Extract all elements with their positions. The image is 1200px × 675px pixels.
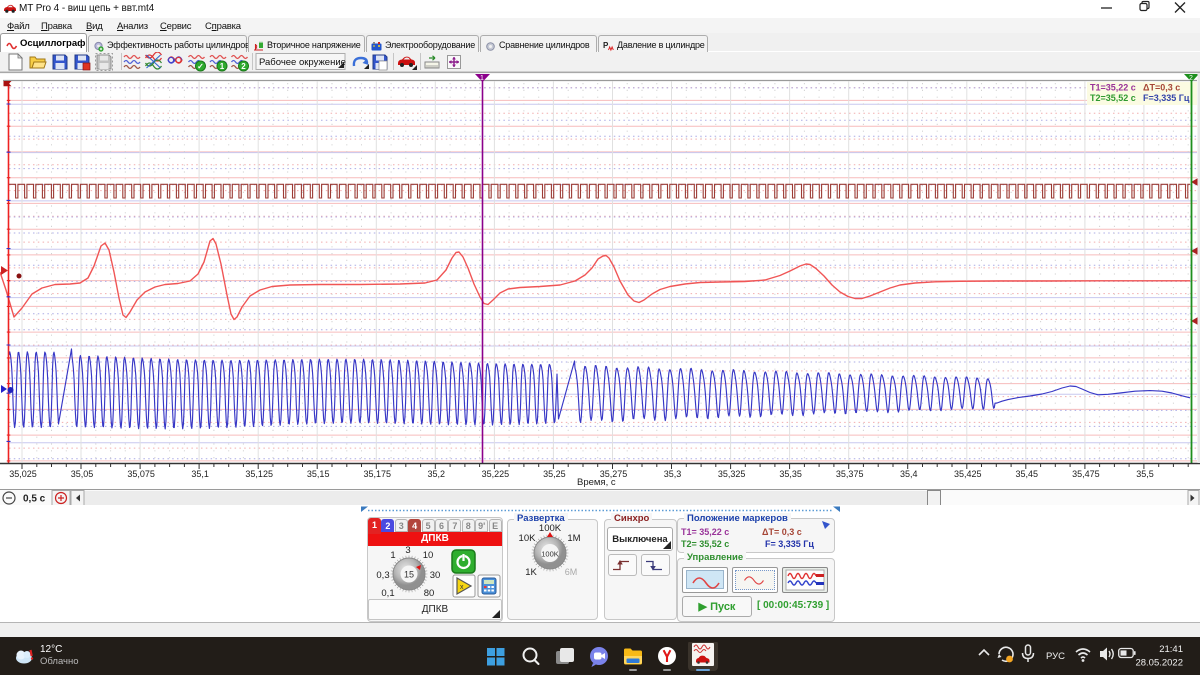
svg-text:35,325: 35,325	[718, 469, 746, 479]
svg-text:35,475: 35,475	[1072, 469, 1100, 479]
svg-text:1K: 1K	[525, 567, 537, 578]
svg-text:35,075: 35,075	[127, 469, 155, 479]
svg-text:1: 1	[480, 75, 484, 82]
svg-text:2: 2	[241, 62, 246, 71]
svg-text:30: 30	[430, 570, 441, 581]
svg-text:15: 15	[404, 570, 414, 580]
svg-text:0,5 с: 0,5 с	[23, 494, 46, 505]
svg-text:1: 1	[220, 62, 225, 71]
svg-text:35,125: 35,125	[245, 469, 273, 479]
svg-text:F=3,335 Гц: F=3,335 Гц	[1143, 93, 1190, 103]
svg-text:35,15: 35,15	[307, 469, 330, 479]
svg-text:35,25: 35,25	[543, 469, 566, 479]
svg-text:100K: 100K	[541, 550, 559, 559]
svg-text:РУС: РУС	[1046, 651, 1065, 662]
svg-text:0,3: 0,3	[376, 570, 389, 581]
svg-text:28.05.2022: 28.05.2022	[1135, 658, 1183, 669]
svg-text:10K: 10K	[519, 533, 537, 544]
svg-text:35,2: 35,2	[428, 469, 446, 479]
svg-text:✓: ✓	[197, 62, 204, 71]
svg-text:80: 80	[424, 588, 435, 599]
svg-text:2: 2	[1189, 75, 1193, 82]
svg-text:3: 3	[405, 546, 410, 556]
svg-text:10: 10	[423, 550, 434, 561]
svg-text:100K: 100K	[539, 523, 562, 534]
svg-text:35,4: 35,4	[900, 469, 918, 479]
svg-text:Время, с: Время, с	[577, 477, 616, 488]
svg-text:1: 1	[390, 550, 395, 561]
svg-text:35,5: 35,5	[1136, 469, 1154, 479]
svg-text:21:41: 21:41	[1159, 644, 1183, 655]
svg-text:35,025: 35,025	[9, 469, 37, 479]
svg-text:35,1: 35,1	[191, 469, 209, 479]
svg-text:T2=35,52 с: T2=35,52 с	[1090, 93, 1136, 103]
svg-text:x: x	[460, 584, 464, 591]
svg-text:T1=35,22 с: T1=35,22 с	[1090, 83, 1136, 93]
svg-text:P: P	[603, 41, 609, 50]
svg-text:35,175: 35,175	[364, 469, 392, 479]
svg-text:35,05: 35,05	[71, 469, 94, 479]
svg-text:35,35: 35,35	[779, 469, 802, 479]
svg-text:35,375: 35,375	[836, 469, 864, 479]
svg-text:35,45: 35,45	[1016, 469, 1039, 479]
svg-text:Рабочее окружение: Рабочее окружение	[259, 57, 346, 68]
svg-text:ΔT=0,3 с: ΔT=0,3 с	[1143, 83, 1180, 93]
svg-text:0,1: 0,1	[381, 588, 394, 599]
svg-text:1M: 1M	[567, 533, 580, 544]
svg-text:6M: 6M	[565, 567, 578, 577]
svg-text:35,425: 35,425	[954, 469, 982, 479]
svg-text:35,225: 35,225	[482, 469, 510, 479]
svg-text:35,3: 35,3	[664, 469, 682, 479]
